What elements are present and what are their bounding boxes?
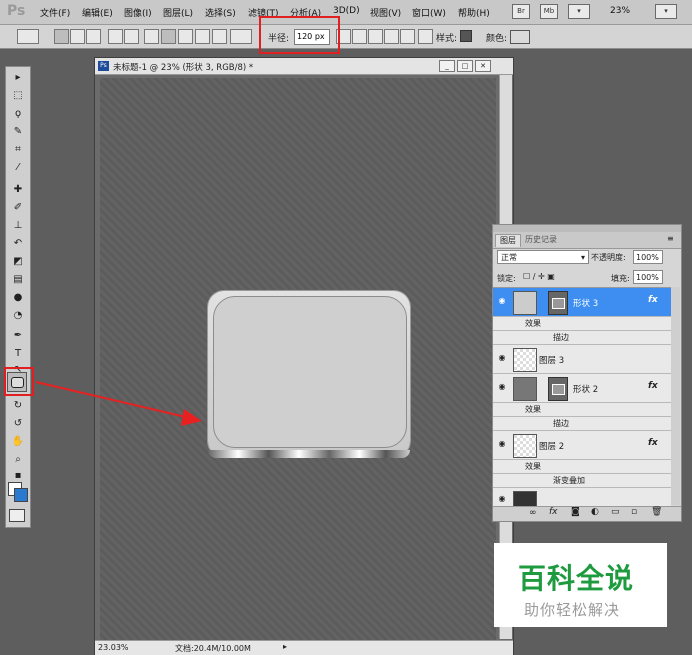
layer-row[interactable]: ◉ 形状 3 fx: [493, 288, 671, 317]
effects-row[interactable]: 效果: [493, 403, 671, 417]
layer-name[interactable]: 图层 3: [539, 354, 564, 366]
delete-layer-icon[interactable]: 🗑: [651, 507, 662, 517]
layer-row[interactable]: ◉ 图层 3: [493, 345, 671, 374]
watermark-title: 百科全说: [518, 562, 635, 595]
vector-mask-thumbnail: [548, 291, 568, 315]
fill-input[interactable]: 100%: [633, 270, 663, 284]
adjustment-layer-icon[interactable]: ◐: [591, 507, 599, 517]
fill-label: 填充:: [611, 274, 630, 283]
tab-layers[interactable]: 图层: [495, 234, 521, 247]
panel-menu-icon[interactable]: ≡: [667, 234, 674, 243]
watermark-subtitle: 助你轻松解决: [524, 601, 621, 619]
add-style-icon[interactable]: fx: [549, 507, 558, 517]
layers-scrollbar[interactable]: [671, 287, 680, 505]
panel-tabs: 图层 历史记录 ≡: [493, 232, 681, 249]
watermark: 百科全说 助你轻松解决: [494, 543, 667, 627]
layer-row[interactable]: ◉: [493, 488, 671, 506]
layer-thumbnail: [513, 491, 537, 506]
effect-row[interactable]: 描边: [493, 331, 671, 345]
effects-row[interactable]: 效果: [493, 460, 671, 474]
opacity-input[interactable]: 100%: [633, 250, 663, 264]
effect-row[interactable]: 描边: [493, 417, 671, 431]
tab-history[interactable]: 历史记录: [521, 234, 561, 246]
layer-thumbnail: [513, 291, 537, 315]
eye-icon[interactable]: ◉: [497, 353, 507, 362]
fx-icon[interactable]: fx: [648, 295, 658, 305]
layer-name[interactable]: 图层 2: [539, 440, 564, 452]
eye-icon[interactable]: ◉: [497, 494, 507, 503]
opacity-label: 不透明度:: [591, 253, 626, 262]
new-layer-icon[interactable]: ▫: [631, 507, 637, 517]
blend-mode-value: 正常: [501, 253, 517, 262]
layers-panel: 图层 历史记录 ≡ 正常 ▾ 不透明度: 100% 锁定: ☐ ∕ ✛ ▣ 填充:…: [492, 224, 682, 522]
eye-icon[interactable]: ◉: [497, 296, 507, 305]
effects-label: 效果: [525, 405, 541, 414]
effects-label: 效果: [525, 319, 541, 328]
lock-icons[interactable]: ☐ ∕ ✛ ▣: [523, 272, 555, 281]
layer-name[interactable]: 形状 2: [573, 383, 598, 395]
effect-stroke: 描边: [553, 333, 569, 342]
layer-thumbnail: [513, 434, 537, 458]
vector-mask-thumbnail: [548, 377, 568, 401]
new-group-icon[interactable]: ▭: [611, 507, 620, 517]
layer-thumbnail: [513, 377, 537, 401]
layer-row[interactable]: ◉ 图层 2 fx: [493, 431, 671, 460]
layer-list: ◉ 形状 3 fx 效果 描边 ◉ 图层 3 ◉ 形状 2 fx 效果 描边 ◉…: [493, 287, 671, 506]
fx-icon[interactable]: fx: [648, 438, 658, 448]
add-mask-icon[interactable]: ◙: [571, 507, 580, 517]
fx-icon[interactable]: fx: [648, 381, 658, 391]
layer-thumbnail: [513, 348, 537, 372]
layer-row[interactable]: ◉ 形状 2 fx: [493, 374, 671, 403]
eye-icon[interactable]: ◉: [497, 382, 507, 391]
effect-stroke: 描边: [553, 419, 569, 428]
lock-label: 锁定:: [497, 274, 516, 283]
effect-gradient-overlay: 渐变叠加: [553, 476, 585, 485]
layer-name[interactable]: 形状 3: [573, 297, 598, 309]
blend-mode-select[interactable]: 正常 ▾: [497, 250, 589, 264]
effects-row[interactable]: 效果: [493, 317, 671, 331]
panel-header[interactable]: [493, 225, 681, 232]
effect-row[interactable]: 渐变叠加: [493, 474, 671, 488]
eye-icon[interactable]: ◉: [497, 439, 507, 448]
layers-panel-footer: ∞ fx ◙ ◐ ▭ ▫ 🗑: [493, 506, 681, 521]
effects-label: 效果: [525, 462, 541, 471]
link-layers-icon[interactable]: ∞: [529, 508, 537, 518]
